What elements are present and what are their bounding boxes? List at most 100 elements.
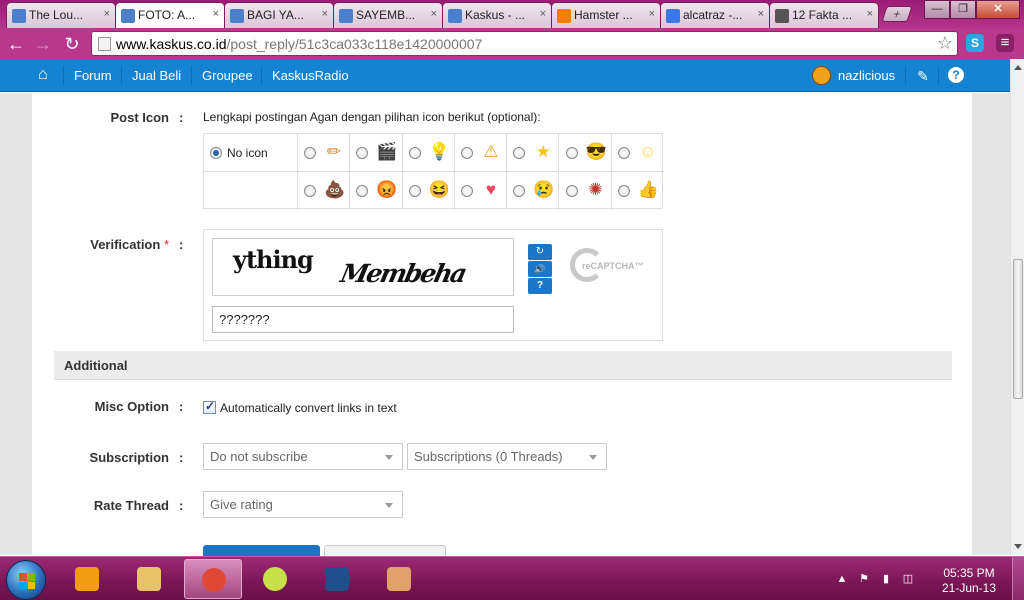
captcha-audio-icon[interactable]: 🔊	[528, 261, 552, 277]
post-icon-option[interactable]: 😢	[507, 172, 560, 210]
post-icon-radio[interactable]	[565, 147, 578, 159]
tab-favicon-icon	[12, 9, 26, 23]
thumbs-up-icon: 👍	[637, 180, 659, 199]
edit-icon[interactable]: ✎	[914, 67, 932, 85]
post-icon-radio[interactable]	[513, 185, 526, 197]
tab-close-icon[interactable]: ×	[322, 8, 328, 20]
post-icon-radio[interactable]	[356, 147, 369, 159]
address-bar[interactable]: www.kaskus.co.id/post_reply/51c3ca033c11…	[91, 31, 958, 56]
tab-close-icon[interactable]: ×	[213, 8, 219, 20]
tab-close-icon[interactable]: ×	[431, 8, 437, 20]
convert-links-label[interactable]: Automatically convert links in text	[220, 401, 397, 415]
spiky-face-icon: ✺	[588, 180, 603, 199]
post-icon-radio[interactable]	[408, 147, 421, 159]
new-tab-button[interactable]: +	[881, 6, 913, 22]
post-icon-radio[interactable]	[617, 185, 630, 197]
tray-expand-icon[interactable]: ▲	[834, 571, 850, 587]
post-icon-radio[interactable]	[356, 185, 369, 197]
network-icon[interactable]: ◫	[900, 571, 916, 587]
browser-tab[interactable]: FOTO: A... ×	[115, 2, 225, 29]
taskbar-app-button[interactable]	[184, 559, 242, 599]
home-icon[interactable]: ⌂	[38, 66, 56, 84]
system-clock[interactable]: 05:35 PM 21-Jun-13	[934, 566, 1004, 596]
post-icon-radio[interactable]	[565, 185, 578, 197]
action-center-icon[interactable]: ⚑	[856, 571, 872, 587]
subscribe-select[interactable]: Do not subscribe	[203, 443, 403, 470]
browser-tab[interactable]: BAGI YA... ×	[224, 2, 334, 28]
tab-close-icon[interactable]: ×	[540, 8, 546, 20]
nav-link-jual-beli[interactable]: Jual Beli	[132, 68, 181, 83]
post-icon-radio[interactable]	[304, 185, 316, 197]
tab-close-icon[interactable]: ×	[758, 8, 764, 20]
no-icon-option[interactable]: No icon	[204, 134, 298, 172]
username[interactable]: nazlicious	[838, 68, 895, 83]
page-scrollbar[interactable]	[1010, 59, 1024, 555]
tab-close-icon[interactable]: ×	[867, 8, 873, 20]
post-icon-radio[interactable]	[304, 147, 316, 159]
show-desktop-button[interactable]	[1012, 557, 1024, 600]
clock-time: 05:35 PM	[943, 566, 995, 580]
browser-tab[interactable]: 12 Fakta ... ×	[769, 2, 879, 28]
browser-tab[interactable]: Hamster ... ×	[551, 2, 661, 28]
back-button[interactable]: ←	[5, 33, 27, 55]
start-button[interactable]	[6, 560, 46, 600]
scroll-down-arrow-icon[interactable]	[1014, 544, 1022, 549]
post-icon-radio[interactable]	[460, 185, 473, 197]
post-icon-radio[interactable]	[617, 147, 630, 159]
page-icon	[98, 37, 111, 51]
scrollbar-thumb[interactable]	[1013, 259, 1023, 399]
menu-icon[interactable]: ≡	[996, 34, 1014, 52]
post-icon-option[interactable]: 😡	[350, 172, 403, 210]
rating-select[interactable]: Give rating	[203, 491, 403, 518]
post-icon-option[interactable]: 😎	[559, 134, 612, 172]
maximize-button[interactable]: ❐	[950, 0, 976, 19]
browser-tab[interactable]: SAYEMB... ×	[333, 2, 443, 28]
post-icon-option[interactable]: ⚠	[454, 134, 508, 172]
taskbar-app-button[interactable]	[246, 559, 304, 599]
browser-tab[interactable]: Kaskus - ... ×	[442, 2, 552, 28]
nav-link-kaskusradio[interactable]: KaskusRadio	[272, 68, 349, 83]
post-icon-option[interactable]: 💩	[298, 172, 351, 210]
tab-close-icon[interactable]: ×	[649, 8, 655, 20]
reload-button[interactable]: ↻	[61, 33, 83, 55]
taskbar-app-button[interactable]	[370, 559, 428, 599]
post-icon-option[interactable]: ☺	[611, 134, 665, 172]
captcha-image: ything Membeha	[212, 238, 514, 296]
post-icon-radio[interactable]	[460, 147, 473, 159]
post-icon-option[interactable]: ✏	[298, 134, 351, 172]
help-icon[interactable]: ?	[948, 67, 964, 83]
minimize-button[interactable]: —	[924, 0, 950, 19]
browser-tab[interactable]: alcatraz -... ×	[660, 2, 770, 28]
post-icon-radio[interactable]	[408, 185, 421, 197]
post-icon-option[interactable]: ✺	[560, 172, 612, 210]
tab-close-icon[interactable]: ×	[104, 8, 110, 20]
captcha-help-icon[interactable]: ?	[528, 278, 552, 294]
battery-icon[interactable]: ▮	[878, 571, 894, 587]
skype-icon[interactable]: S	[966, 34, 984, 52]
nav-link-groupee[interactable]: Groupee	[202, 68, 253, 83]
nav-link-forum[interactable]: Forum	[74, 68, 112, 83]
browser-tab[interactable]: The Lou... ×	[6, 2, 116, 28]
captcha-refresh-icon[interactable]: ↻	[528, 244, 552, 260]
post-icon-option[interactable]: 👍	[612, 172, 664, 210]
bookmark-star-icon[interactable]: ☆	[937, 33, 953, 54]
post-icon-option[interactable]: ♥	[455, 172, 508, 210]
taskbar-app-button[interactable]	[120, 559, 178, 599]
chrome-icon	[202, 568, 226, 592]
subscription-folder-select[interactable]: Subscriptions (0 Threads)	[407, 443, 607, 470]
post-icon-radio[interactable]	[513, 147, 526, 159]
post-icon-option[interactable]: 💡	[402, 134, 455, 172]
post-icon-option[interactable]: 🎬	[350, 134, 403, 172]
scroll-up-arrow-icon[interactable]	[1014, 65, 1022, 70]
captcha-input[interactable]: ???????	[212, 306, 514, 333]
close-window-button[interactable]: ✕	[976, 0, 1020, 19]
taskbar-app-button[interactable]	[58, 559, 116, 599]
clock-date: 21-Jun-13	[941, 581, 997, 595]
user-avatar[interactable]	[812, 66, 831, 85]
post-icon-option[interactable]: ★	[507, 134, 560, 172]
taskbar-app-button[interactable]	[308, 559, 366, 599]
post-icon-option[interactable]: 😆	[403, 172, 455, 210]
forward-button[interactable]: →	[32, 33, 54, 55]
convert-links-checkbox[interactable]	[203, 399, 216, 414]
no-icon-radio[interactable]	[210, 147, 222, 159]
